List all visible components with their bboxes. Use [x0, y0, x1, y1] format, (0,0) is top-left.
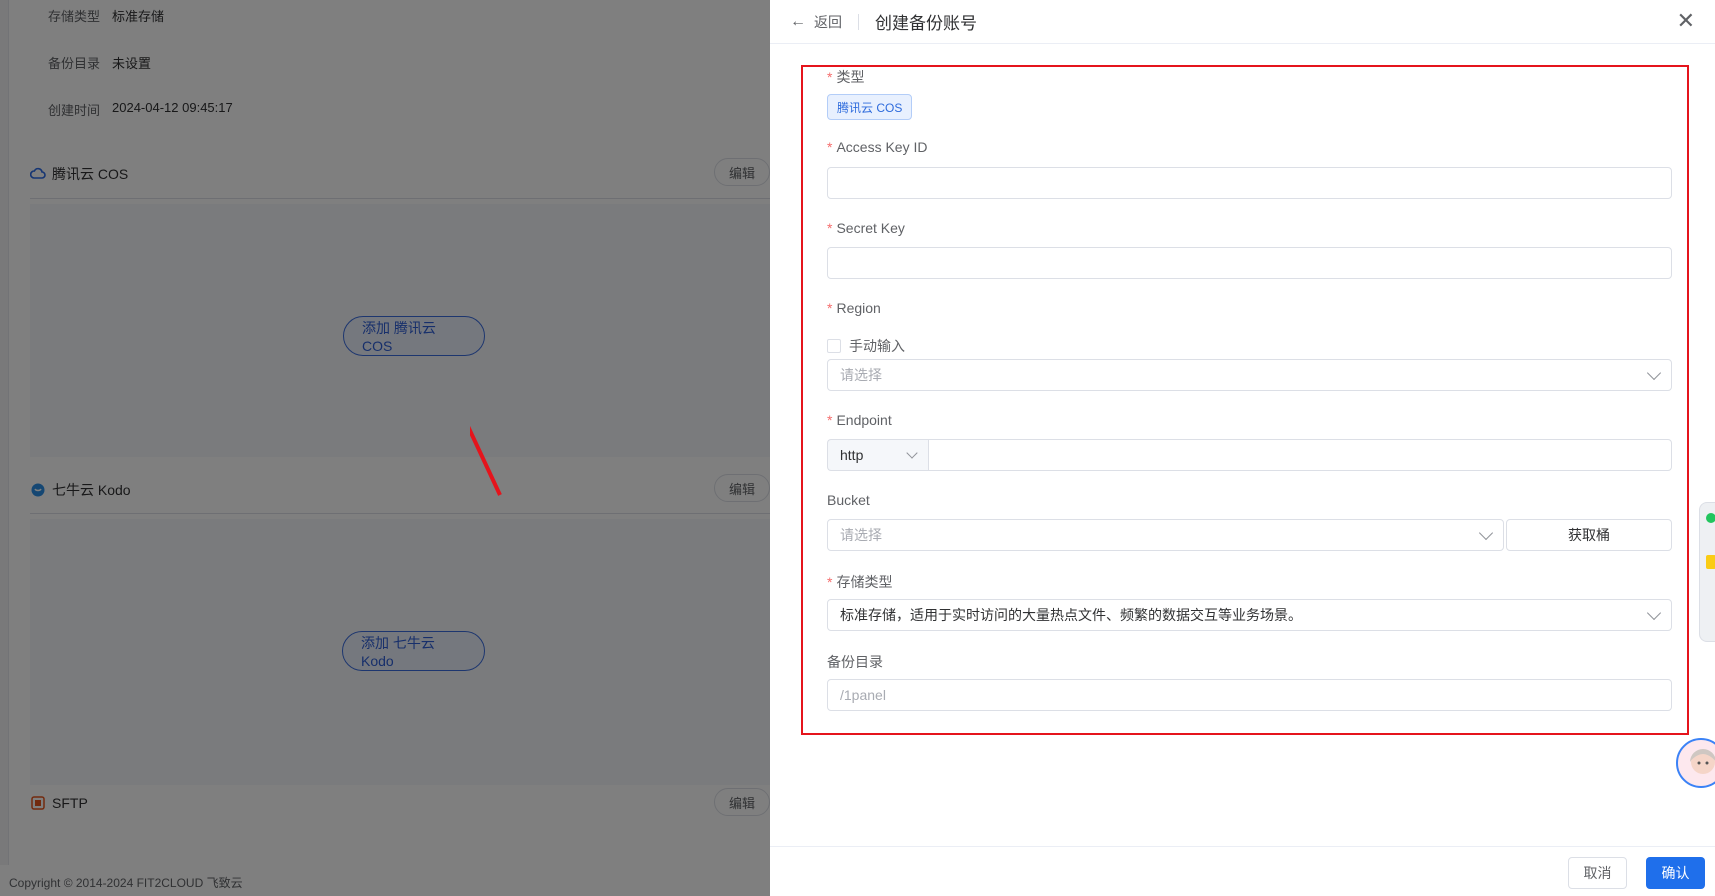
region-select[interactable]: 请选择	[827, 359, 1672, 391]
drawer-footer: 取消 确认	[770, 846, 1715, 896]
status-bar-icon	[1706, 555, 1715, 569]
endpoint-group: http	[827, 439, 1672, 471]
red-arrow-annotation	[470, 425, 502, 496]
red-highlight-box	[801, 65, 1689, 735]
manual-input-checkbox[interactable]	[827, 339, 841, 353]
backup-dir-input[interactable]	[827, 679, 1672, 711]
status-dot-icon	[1706, 513, 1715, 523]
back-label: 返回	[814, 13, 842, 30]
manual-input-label: 手动输入	[849, 338, 905, 354]
drawer-header: ← 返回 创建备份账号 ✕	[770, 0, 1715, 44]
chevron-down-icon	[1646, 365, 1662, 380]
modal-overlay[interactable]	[0, 0, 770, 896]
cancel-button[interactable]: 取消	[1568, 857, 1627, 889]
type-label: * 类型	[827, 69, 865, 85]
arrow-left-icon: ←	[790, 12, 806, 30]
secret-key-label: * Secret Key	[827, 220, 905, 236]
drawer-title: 创建备份账号	[875, 14, 977, 33]
bucket-label: Bucket	[827, 492, 870, 508]
close-icon[interactable]: ✕	[1677, 10, 1695, 32]
floating-status-widget[interactable]	[1699, 502, 1715, 642]
manual-input-checkbox-row[interactable]: 手动输入	[827, 336, 905, 356]
access-key-label: * Access Key ID	[827, 139, 928, 155]
header-divider	[858, 13, 859, 30]
region-placeholder: 请选择	[840, 367, 882, 383]
secret-key-input[interactable]	[827, 247, 1672, 279]
confirm-button[interactable]: 确认	[1646, 857, 1705, 889]
protocol-value: http	[840, 447, 864, 463]
access-key-input[interactable]	[827, 167, 1672, 199]
chevron-down-icon	[906, 446, 918, 459]
fetch-bucket-button[interactable]: 获取桶	[1506, 519, 1672, 551]
back-button[interactable]: ← 返回	[790, 12, 842, 32]
type-tag: 腾讯云 COS	[827, 94, 913, 120]
backup-dir-label: 备份目录	[827, 654, 883, 670]
region-label: * Region	[827, 300, 881, 316]
endpoint-label: * Endpoint	[827, 412, 892, 428]
chevron-down-icon	[1646, 605, 1662, 620]
storage-type-label: * 存储类型	[827, 574, 893, 590]
bucket-select[interactable]: 请选择	[827, 519, 1504, 551]
endpoint-input[interactable]	[928, 439, 1672, 471]
bucket-placeholder: 请选择	[840, 527, 882, 543]
create-backup-account-drawer: ← 返回 创建备份账号 ✕ * 类型 腾讯云 COS * Access Key ID…	[770, 0, 1715, 896]
chevron-down-icon	[1478, 525, 1494, 540]
storage-type-select[interactable]: 标准存储，适用于实时访问的大量热点文件、频繁的数据交互等业务场景。	[827, 599, 1672, 631]
protocol-select[interactable]: http	[827, 439, 928, 471]
storage-type-value: 标准存储，适用于实时访问的大量热点文件、频繁的数据交互等业务场景。	[840, 607, 1302, 623]
